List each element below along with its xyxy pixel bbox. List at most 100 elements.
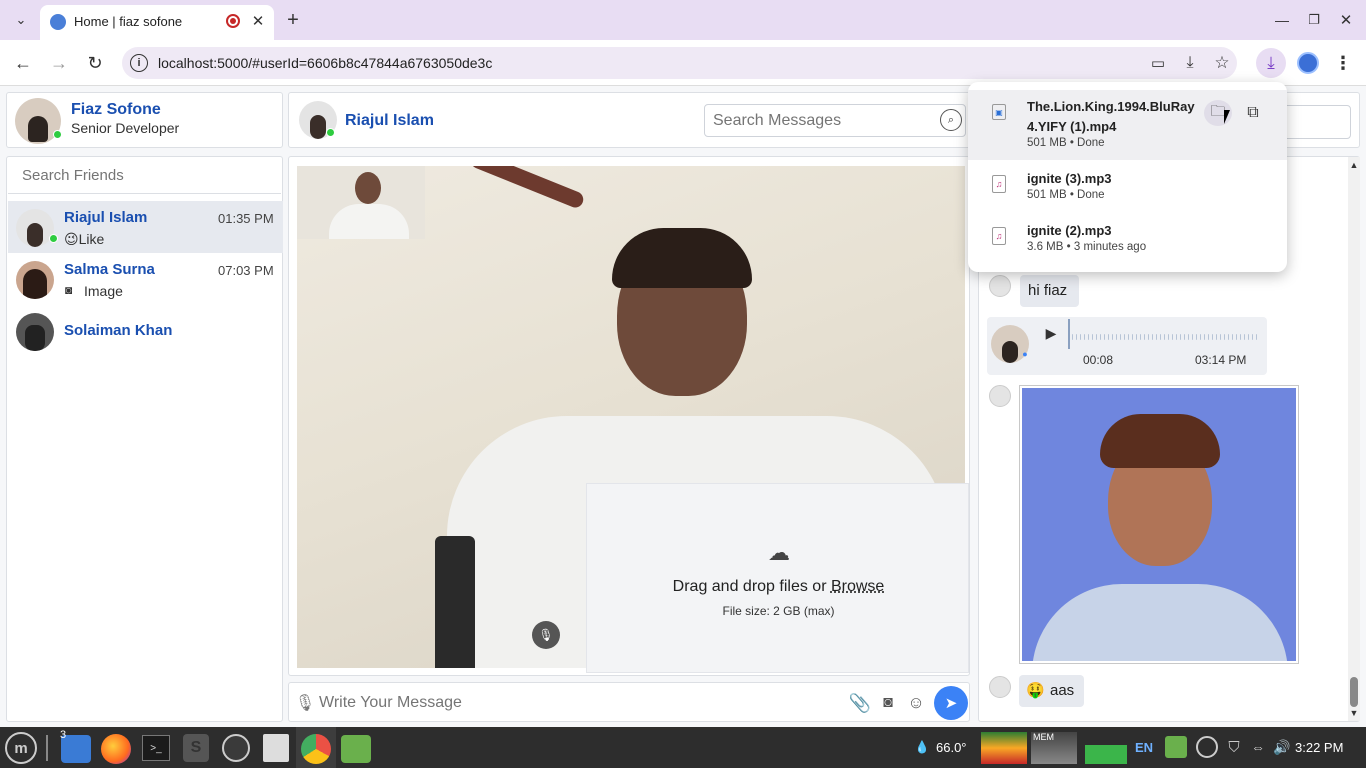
- new-tab-icon[interactable]: +: [282, 9, 304, 31]
- address-bar[interactable]: i localhost:5000/#userId=6606b8c47844a67…: [122, 47, 1237, 79]
- reload-icon[interactable]: ↻: [84, 52, 106, 74]
- download-item[interactable]: ▣ The.Lion.King.1994.BluRay 4.YIFY (1).m…: [968, 90, 1287, 160]
- android-tray-icon[interactable]: [1165, 736, 1187, 758]
- download-meta: 501 MB • Done: [1027, 189, 1105, 201]
- friend-item-salma[interactable]: Salma Surna 07:03 PM ◙ Image: [8, 255, 283, 307]
- clock[interactable]: 3:22 PM: [1295, 740, 1343, 755]
- close-window-icon[interactable]: ✕: [1336, 10, 1356, 30]
- download-item[interactable]: ♫ ignite (3).mp3 501 MB • Done: [968, 162, 1287, 212]
- open-external-icon[interactable]: ⧉: [1242, 102, 1264, 124]
- drop-instructions: Drag and drop files or Browse: [587, 578, 970, 596]
- contact-name[interactable]: Riajul Islam: [345, 112, 434, 130]
- volume-icon[interactable]: 🔊: [1272, 736, 1292, 758]
- friend-time: 07:03 PM: [218, 263, 274, 278]
- download-filename: ignite (2).mp3: [1027, 223, 1112, 238]
- restore-window-icon[interactable]: ❐: [1304, 10, 1324, 30]
- audio-time: 03:14 PM: [1195, 353, 1247, 367]
- photo-shirt: [1032, 584, 1288, 661]
- send-button[interactable]: ➤: [934, 686, 968, 720]
- file-drop-zone[interactable]: ☁ Drag and drop files or Browse File siz…: [586, 483, 969, 673]
- message-input[interactable]: [319, 687, 839, 719]
- message-composer: 🎙 📎 ◙ ☺ ➤: [288, 682, 970, 722]
- url-text[interactable]: localhost:5000/#userId=6606b8c47844a6763…: [158, 55, 492, 71]
- tab-title: Home | fiaz sofone: [74, 14, 183, 29]
- message-avatar: [989, 385, 1011, 407]
- download-meta: 501 MB • Done: [1027, 137, 1105, 149]
- local-video-preview: [297, 166, 425, 239]
- temperature-icon: 💧: [914, 740, 930, 754]
- online-status-icon: [49, 234, 58, 243]
- message-bubble: 🤑 aas: [1019, 675, 1084, 707]
- microphone-icon[interactable]: 🎙: [295, 691, 315, 715]
- search-friends-input[interactable]: [8, 158, 281, 194]
- chat-header: Riajul Islam ⌕: [288, 92, 976, 148]
- obs-icon[interactable]: [222, 734, 250, 762]
- friend-avatar: [16, 209, 54, 247]
- scrollbar-track[interactable]: [1348, 157, 1360, 721]
- keyboard-layout[interactable]: EN: [1135, 740, 1153, 755]
- obs-tray-icon[interactable]: [1196, 736, 1218, 758]
- friend-item-riajul[interactable]: Riajul Islam 01:35 PM 😉Like: [8, 201, 283, 253]
- scrollbar-thumb[interactable]: [1350, 677, 1358, 707]
- close-tab-icon[interactable]: ✕: [248, 11, 268, 31]
- profile-avatar-icon[interactable]: [1297, 52, 1319, 74]
- minimize-window-icon[interactable]: —: [1272, 10, 1292, 30]
- mem-label: MEM: [1033, 732, 1054, 742]
- emoji-icon[interactable]: ☺: [905, 691, 927, 715]
- mute-mic-icon[interactable]: 🎙: [532, 621, 560, 649]
- os-taskbar: m 3 >_ S 💧 66.0° MEM EN ⛉ ⇔ 🔊 3:22 PM: [0, 727, 1366, 768]
- install-app-icon[interactable]: ⤓: [1180, 53, 1200, 73]
- forward-icon[interactable]: →: [48, 52, 70, 74]
- download-filename: ignite (3).mp3: [1027, 171, 1112, 186]
- friend-item-solaiman[interactable]: Solaiman Khan: [8, 309, 283, 355]
- bookmark-star-icon[interactable]: ☆: [1212, 53, 1232, 73]
- person-hair: [612, 228, 752, 288]
- camera-indicator-icon[interactable]: ▭: [1148, 53, 1168, 73]
- camera-icon: ◙: [65, 283, 73, 297]
- attachment-icon[interactable]: 📎: [849, 691, 871, 715]
- temperature-text: 66.0°: [936, 740, 967, 755]
- photo-hair: [1100, 414, 1220, 468]
- tab-search-chevron-icon[interactable]: ⌄: [10, 10, 32, 30]
- audio-file-icon: ♫: [992, 227, 1006, 245]
- message-emoji: 🤑: [1026, 682, 1045, 699]
- mic-badge-icon: ●: [1022, 349, 1028, 359]
- friend-preview: 😉Like: [64, 231, 105, 247]
- scroll-down-icon[interactable]: ▼: [1348, 707, 1360, 719]
- terminal-icon[interactable]: >_: [142, 735, 170, 761]
- friend-preview: Image: [84, 283, 123, 299]
- downloads-icon[interactable]: ⤓: [1256, 48, 1286, 78]
- shield-icon[interactable]: ⛉: [1224, 736, 1244, 758]
- message-text: aas: [1050, 682, 1075, 699]
- image-message[interactable]: [1019, 385, 1299, 664]
- ceiling-fan-blade: [468, 166, 586, 210]
- scroll-up-icon[interactable]: ▲: [1348, 159, 1360, 171]
- audio-elapsed: 00:08: [1083, 353, 1114, 367]
- audio-waveform[interactable]: [1068, 334, 1258, 340]
- friend-avatar: [16, 261, 54, 299]
- firefox-icon[interactable]: [101, 734, 131, 764]
- back-icon[interactable]: ←: [12, 52, 34, 74]
- browser-tab[interactable]: Home | fiaz sofone ✕: [40, 5, 274, 40]
- audio-progress-marker: [1068, 319, 1070, 349]
- camera-icon[interactable]: ◙: [877, 691, 899, 715]
- search-icon[interactable]: ⌕: [940, 109, 962, 131]
- document-viewer-icon[interactable]: [263, 734, 289, 762]
- files-badge: 3: [60, 729, 67, 741]
- download-item[interactable]: ♫ ignite (2).mp3 3.6 MB • 3 minutes ago: [968, 214, 1287, 264]
- site-info-icon[interactable]: i: [130, 54, 148, 72]
- audio-message: ● ▶ 00:08 03:14 PM: [987, 317, 1267, 375]
- tab-strip: ⌄ Home | fiaz sofone ✕ + — ❐ ✕: [0, 0, 1366, 40]
- online-status-icon: [326, 128, 335, 137]
- browser-menu-icon[interactable]: ⋮: [1334, 53, 1352, 73]
- download-filename-cont: 4.YIFY (1).mp4: [1027, 119, 1117, 134]
- android-studio-icon[interactable]: [341, 735, 371, 763]
- mint-menu-icon[interactable]: m: [5, 732, 37, 764]
- browse-link[interactable]: Browse: [831, 578, 884, 595]
- network-icon[interactable]: ⇔: [1248, 736, 1268, 758]
- search-messages-input[interactable]: [704, 104, 966, 137]
- profile-card: Fiaz Sofone Senior Developer: [6, 92, 283, 148]
- sublime-text-icon[interactable]: S: [183, 734, 209, 762]
- play-icon[interactable]: ▶: [1041, 323, 1061, 343]
- video-file-icon: ▣: [992, 104, 1006, 120]
